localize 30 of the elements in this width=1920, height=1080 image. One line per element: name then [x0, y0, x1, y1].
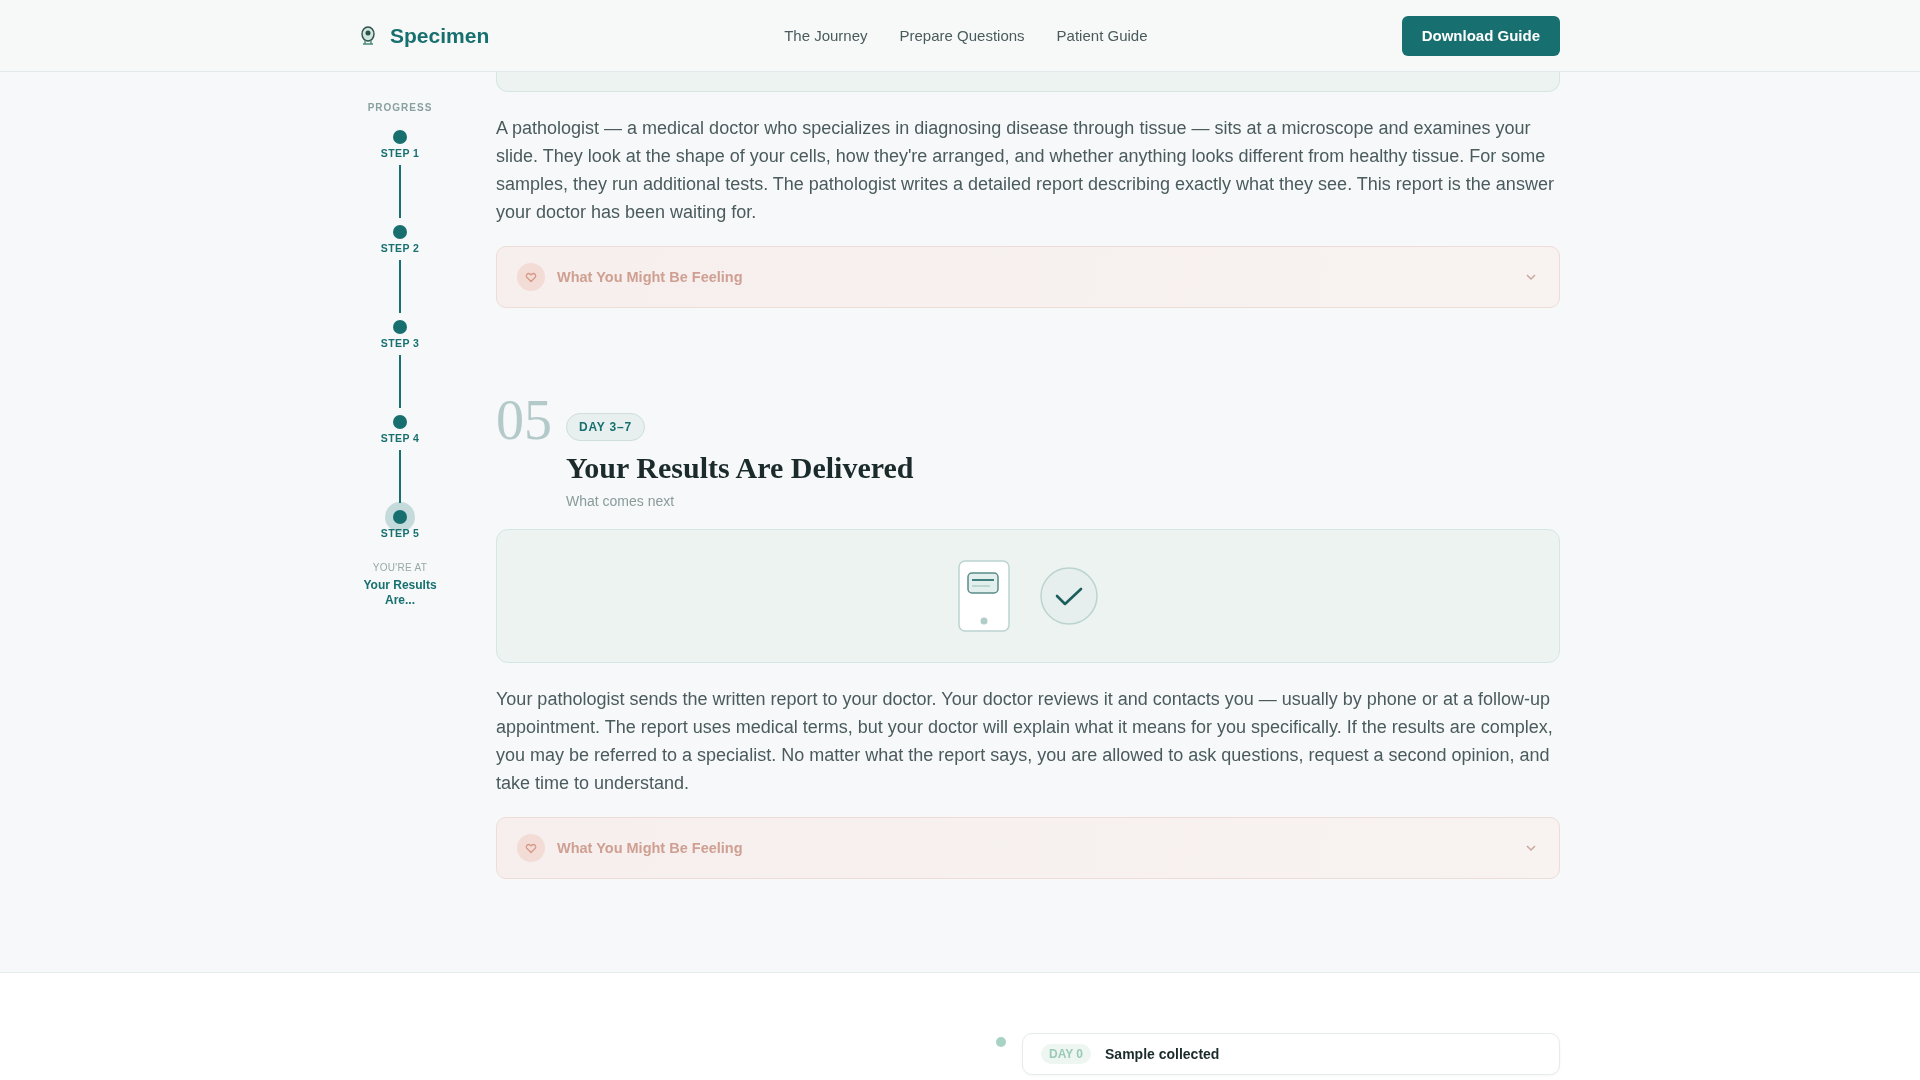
- current-step-title: Your Results Are...: [362, 578, 438, 608]
- check-icon: [1040, 567, 1098, 625]
- nav-link[interactable]: The Journey: [784, 27, 868, 44]
- step-dot[interactable]: [393, 130, 407, 144]
- timeline-dot: [996, 1037, 1006, 1047]
- timeline-title: Sample collected: [1105, 1046, 1220, 1062]
- current-label: YOU'RE AT: [372, 562, 428, 573]
- step-label: STEP 1: [380, 147, 420, 159]
- download-button[interactable]: Download Guide: [1401, 15, 1560, 56]
- phone-icon: [958, 560, 1010, 632]
- step-label: STEP 4: [380, 432, 420, 444]
- step-dot[interactable]: [393, 510, 407, 524]
- step-dot[interactable]: [393, 225, 407, 239]
- nav-link[interactable]: Prepare Questions: [899, 27, 1025, 44]
- day-badge: DAY 0: [1041, 1044, 1092, 1064]
- step-number: 05: [496, 392, 552, 453]
- step-label: STEP 5: [380, 527, 420, 539]
- section-paragraph: A pathologist — a medical doctor who specializes in diagnosing disease through tissue — sits at a microscope and examines your slide. They look at the shape of your cells, how they're arranged, and whether anything looks different from healthy tissue. For some samples, they run additional tests. The pathologist writes a detailed report describing exactly what they see. This report is the answer your doctor has been waiting for.: [496, 117, 1555, 224]
- step-label: STEP 3: [380, 337, 420, 349]
- section-subtitle: What comes next: [566, 493, 675, 509]
- day-badge: DAY 3–7: [566, 413, 645, 441]
- nav-link[interactable]: Patient Guide: [1056, 27, 1148, 44]
- step-dot[interactable]: [393, 320, 407, 334]
- step-dot[interactable]: [393, 415, 407, 429]
- section-title: Your Results Are Delivered: [566, 451, 914, 485]
- logo-icon: [360, 24, 376, 47]
- progress-heading: PROGRESS: [367, 102, 433, 113]
- step-label: STEP 2: [380, 242, 420, 254]
- section-paragraph: Your pathologist sends the written report to your doctor. Your doctor reviews it and contacts you — usually by phone or at a follow-up appointment. The report uses medical terms, but your doctor will explain what it means for you specifically. If the results are complex, you may be referred to a specialist. No matter what the report says, you are allowed to ask questions, request a second opinion, and take time to understand.: [496, 688, 1554, 795]
- logo-text: Specimen: [390, 23, 490, 48]
